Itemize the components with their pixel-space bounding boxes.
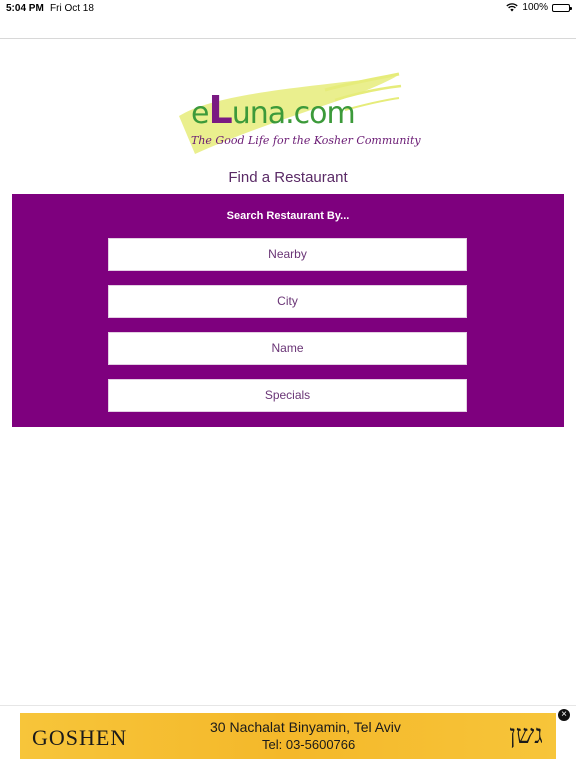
navigation-bar <box>0 18 576 39</box>
status-time: 5:04 PM <box>6 3 44 14</box>
ad-content[interactable]: GOSHEN 30 Nachalat Binyamin, Tel Aviv Te… <box>20 713 556 759</box>
ad-phone: Tel: 03-5600766 <box>262 737 356 752</box>
ad-banner[interactable]: GOSHEN 30 Nachalat Binyamin, Tel Aviv Te… <box>0 705 576 768</box>
status-bar: 5:04 PM Fri Oct 18 100% <box>0 0 576 18</box>
eluna-logo: eLuna.com The Good Life for the Kosher C… <box>175 70 421 158</box>
status-indicators: 100% <box>506 2 572 13</box>
search-city-button[interactable]: City <box>108 285 467 318</box>
logo-wordmark: eLuna.com <box>191 88 356 132</box>
wifi-icon <box>506 3 519 12</box>
logo-tagline: The Good Life for the Kosher Community <box>191 134 421 147</box>
search-nearby-button[interactable]: Nearby <box>108 238 467 271</box>
page-title: Find a Restaurant <box>228 169 348 186</box>
ad-emblem-logo: גשן <box>509 720 543 750</box>
ad-brand: GOSHEN <box>32 725 128 750</box>
logo-word-suffix: una.com <box>231 96 356 131</box>
search-specials-button[interactable]: Specials <box>108 379 467 412</box>
logo-word-letter: L <box>208 88 232 132</box>
ad-address: 30 Nachalat Binyamin, Tel Aviv <box>210 719 401 735</box>
battery-percent: 100% <box>522 2 548 13</box>
ad-close-icon[interactable]: × <box>558 709 570 721</box>
battery-icon <box>552 3 572 12</box>
search-panel: Search Restaurant By... Nearby City Name… <box>12 194 564 427</box>
search-panel-heading: Search Restaurant By... <box>226 210 350 222</box>
search-name-button[interactable]: Name <box>108 332 467 365</box>
logo-word-prefix: e <box>191 96 209 131</box>
status-date: Fri Oct 18 <box>50 3 94 14</box>
